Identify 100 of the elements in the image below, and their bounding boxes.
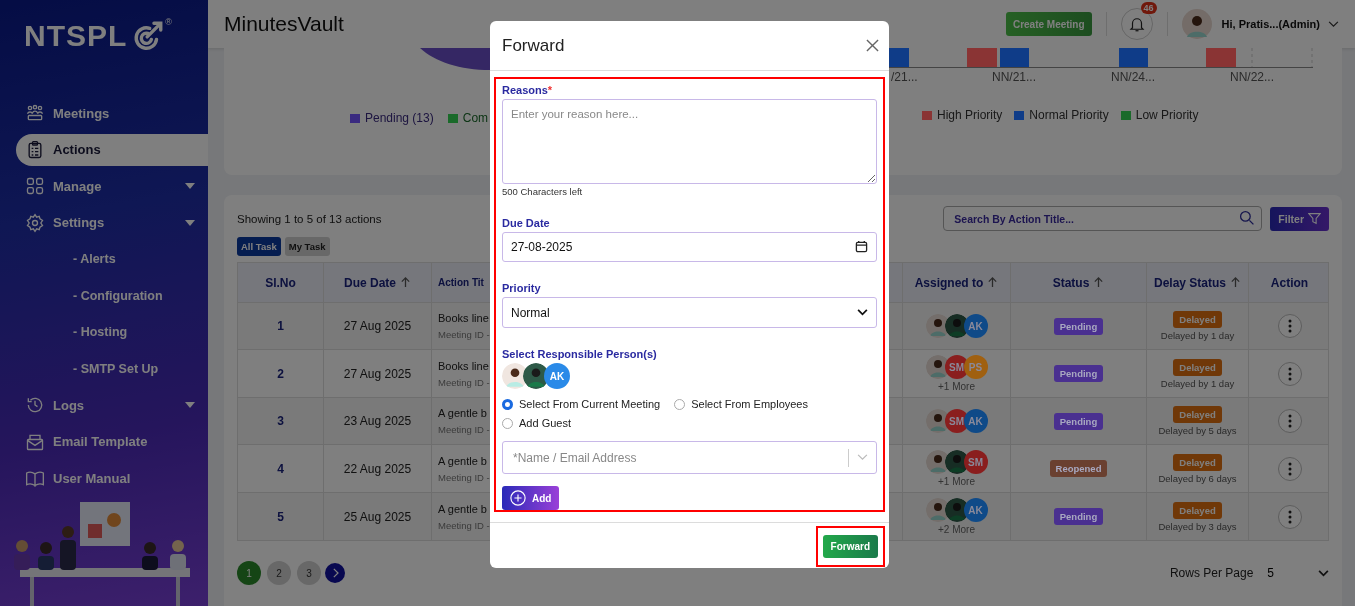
field-label: Priority [502,281,542,294]
chevron-down-icon [1318,569,1329,577]
dialog-title: Forward [502,35,565,56]
date-field[interactable]: 27-08-2025 [502,232,877,262]
caret-icon [184,182,196,191]
submenu-item[interactable]: - Configuration [0,277,208,314]
create-meeting-button[interactable]: Create Meeting [1005,12,1092,36]
priority-select[interactable]: Normal [502,296,877,329]
menu-item[interactable]: Settings [0,204,208,241]
delay-badge: Delayed [1173,501,1222,519]
more-count: +1 More [938,381,975,392]
more-actions-button[interactable] [1277,361,1302,386]
calendar-icon[interactable] [855,240,868,254]
submenu-item[interactable]: - SMTP Set Up [0,350,208,387]
table-cell: 1 [277,319,284,333]
menu-item[interactable]: Actions [16,133,208,166]
dots-icon [1287,509,1292,524]
delay-detail: Delayed by 1 day [1160,330,1235,341]
user-avatar [925,314,950,338]
radio-option[interactable]: Add Guest [502,417,877,430]
dots-icon [1287,366,1292,381]
table-cell: 2 [277,366,284,381]
user-avatar [925,450,950,474]
axis-label: /21... [891,70,918,84]
meeting-id: Meeting ID - [438,376,490,388]
axis-label: NN/24... [1111,70,1155,84]
add-button[interactable]: Add [502,486,560,510]
delay-badge: Delayed [1173,453,1222,471]
person-field[interactable]: *Name / Email Address [502,441,877,475]
menu-item[interactable]: User Manual [0,460,208,497]
legend-label: Low Priority [1135,108,1199,122]
chevron-down-icon[interactable] [857,454,868,462]
user-avatar [1181,9,1212,39]
action-title: A gentle b [438,454,487,467]
delay-detail: Delayed by 5 days [1158,425,1237,436]
user-avatar [925,355,950,379]
reason-field[interactable]: Enter your reason here... [502,99,877,185]
bell-icon [1127,15,1146,33]
submenu-item[interactable]: - Alerts [0,241,208,278]
filter-button[interactable]: Filter [1270,206,1329,231]
legend-label: Normal Priority [1029,108,1109,122]
rows-per-page-select[interactable]: 5 [1267,566,1329,580]
grid-icon [25,176,45,197]
radio-label[interactable]: Add Guest [519,417,571,430]
task-tab[interactable]: All Task [237,237,281,256]
field-label: Reasons* [502,84,554,96]
caret-icon [184,401,196,410]
more-actions-button[interactable] [1277,504,1302,529]
page-button[interactable]: 3 [297,561,321,585]
delay-badge: Delayed [1173,311,1222,328]
results-summary: Showing 1 to 5 of 13 actions [237,212,382,225]
more-actions-button[interactable] [1277,409,1302,433]
menu-item[interactable]: Logs [0,387,208,424]
arrow-up-icon[interactable] [1230,277,1241,288]
character-count: 500 Characters left [502,186,584,198]
more-count: +1 More [938,476,975,487]
action-title: Books line [438,312,489,324]
dots-icon [1287,319,1292,333]
legend-label: High Priority [937,108,1003,122]
status-badge: Pending [1053,412,1104,430]
table-cell: 25 Aug 2025 [343,509,412,524]
rows-per-page-label: Rows Per Page [1169,566,1254,580]
menu-item[interactable]: Meetings [0,95,208,132]
arrow-up-icon[interactable] [1093,277,1105,288]
search-field[interactable]: Search By Action Title... [943,206,1263,231]
legend-label: Com [462,111,489,125]
menu-item[interactable]: Email Template [0,423,208,460]
initials-avatar: PS [963,355,988,379]
pie-chart-drawing [420,48,490,70]
table-cell: 4 [277,461,284,476]
more-actions-button[interactable] [1277,314,1302,338]
meeting-id: Meeting ID - [438,519,490,531]
initials-avatar: AK [963,314,988,338]
status-badge: Pending [1053,508,1104,525]
more-count: +2 More [938,524,975,535]
user-avatar [944,498,969,522]
page-button[interactable]: 1 [237,561,261,585]
task-tab[interactable]: My Task [284,237,330,256]
menu-item[interactable]: Manage [0,168,208,205]
table-cell: 23 Aug 2025 [343,414,412,428]
arrow-up-icon[interactable] [987,277,999,288]
plus-circle-icon [510,490,526,507]
chevron-down-icon[interactable] [1328,20,1339,28]
submenu-item[interactable]: - Hosting [0,314,208,351]
axis-label: NN/21... [992,70,1036,84]
field-label: Due Date [502,217,551,230]
radio-button[interactable] [502,398,513,410]
forward-button[interactable]: Forward [822,535,878,558]
close-button[interactable] [866,39,879,52]
table-cell: 27 Aug 2025 [343,319,412,333]
user-avatar [944,314,969,338]
delay-detail: Delayed by 6 days [1158,472,1237,484]
arrow-up-icon[interactable] [400,277,411,288]
action-title: A gentle b [438,502,487,515]
delay-detail: Delayed by 3 days [1158,520,1237,532]
page-button[interactable]: 2 [267,561,291,585]
next-page-button[interactable] [325,563,345,583]
user-greeting[interactable]: Hi, Pratis...(Admin) [1221,18,1320,30]
more-actions-button[interactable] [1277,456,1302,481]
column-header[interactable]: Action [1249,263,1330,302]
